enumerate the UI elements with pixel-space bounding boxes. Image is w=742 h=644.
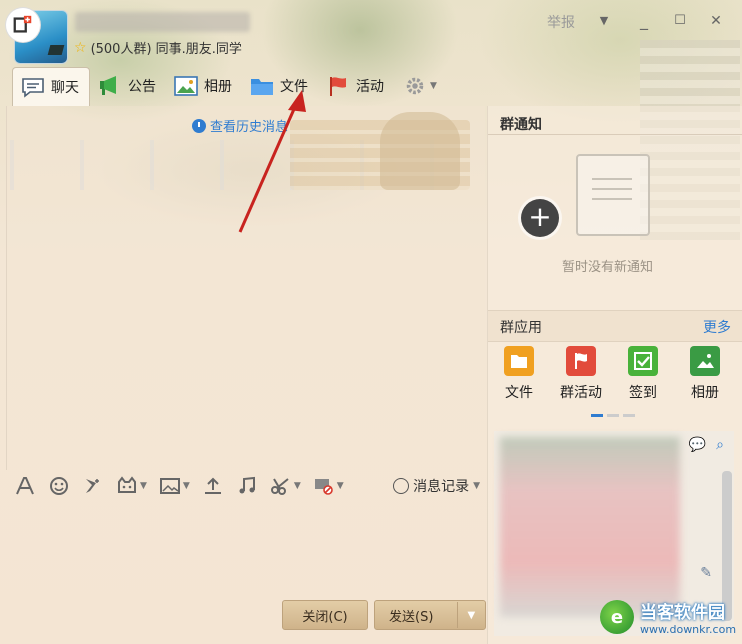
tab-chat[interactable]: 聊天: [12, 66, 90, 106]
clock-icon: [192, 118, 206, 133]
group-subtitle: ☆ (500人群) 同事.朋友.同学: [74, 38, 242, 58]
add-app-icon[interactable]: [6, 8, 40, 42]
tab-chat-label: 聊天: [51, 79, 79, 96]
font-icon: [16, 477, 34, 495]
chevron-down-icon[interactable]: ▼: [592, 10, 616, 32]
folder-icon: [504, 346, 534, 376]
discussion-icon[interactable]: 💬: [689, 437, 706, 453]
notice-title: 群通知: [500, 117, 542, 133]
emoji-button[interactable]: [48, 476, 70, 496]
chevron-down-icon: ▼: [182, 481, 190, 491]
maximize-button[interactable]: ☐: [668, 10, 692, 32]
app-files-label: 文件: [505, 385, 533, 401]
close-window-button[interactable]: ✕: [704, 10, 728, 32]
folder-icon: [251, 79, 273, 95]
app-group-activity-label: 群活动: [560, 385, 602, 401]
message-history-button[interactable]: 消息记录 ▼: [393, 476, 486, 496]
flag-icon: [330, 77, 346, 96]
tab-announcement[interactable]: 公告: [90, 67, 166, 105]
watermark-url: www.downkr.com: [640, 623, 737, 636]
tab-bar: 聊天 公告 相册 文件 活动 ▼: [12, 66, 437, 106]
input-toolbar: ▼ ▼ ▼ ▼ 消息记录 ▼: [14, 472, 486, 500]
watermark-logo: e: [600, 600, 634, 634]
group-apps-header: 群应用 更多: [488, 310, 742, 342]
music-note-icon: [239, 476, 255, 494]
chevron-down-icon: ▼: [430, 81, 437, 91]
chevron-down-icon: ▼: [473, 481, 480, 491]
app-check-in-label: 签到: [629, 385, 657, 401]
app-check-in[interactable]: 签到: [612, 346, 674, 406]
app-album[interactable]: 相册: [674, 346, 736, 406]
photo-icon: [174, 76, 198, 96]
tab-album-label: 相册: [204, 79, 232, 95]
message-history-label: 消息记录: [413, 479, 470, 495]
sparkle-icon: [86, 479, 99, 493]
qq-group-chat-window: ☆ (500人群) 同事.朋友.同学 举报 ▼ _ ☐ ✕ 聊天 公告 相册 文…: [0, 0, 742, 644]
notice-board-icon: [576, 154, 650, 236]
star-icon: ☆: [74, 39, 87, 56]
no-chat-icon: [314, 479, 333, 495]
font-button[interactable]: [14, 476, 36, 496]
group-apps-title: 群应用: [500, 320, 542, 336]
block-button[interactable]: ▼: [313, 476, 344, 496]
chevron-down-icon: ▼: [293, 481, 301, 491]
tab-activity-label: 活动: [356, 79, 384, 95]
chevron-down-icon: ▼: [336, 481, 344, 491]
search-icon[interactable]: ⌕: [716, 437, 724, 453]
tab-files-label: 文件: [280, 79, 308, 95]
group-apps-list: 文件 群活动 签到 相册: [488, 346, 742, 406]
chat-message-area[interactable]: [6, 106, 485, 470]
megaphone-icon: [100, 76, 116, 95]
report-button[interactable]: 举报: [547, 12, 575, 32]
image-icon: [159, 478, 180, 494]
music-button[interactable]: [236, 476, 258, 496]
settings-menu[interactable]: ▼: [394, 75, 437, 97]
page-indicator: [591, 414, 635, 417]
app-files[interactable]: 文件: [488, 346, 550, 406]
scissors-icon: [270, 478, 289, 495]
close-button[interactable]: 关闭(C): [282, 600, 368, 630]
tab-activity[interactable]: 活动: [318, 67, 394, 105]
send-button[interactable]: 发送(S) ▼: [374, 600, 486, 630]
add-notice-button[interactable]: +: [521, 199, 559, 237]
minimize-button[interactable]: _: [632, 10, 656, 32]
flag-icon: [566, 346, 596, 376]
image-button[interactable]: ▼: [159, 476, 190, 496]
watermark: e 当客软件园 www.downkr.com: [600, 598, 736, 636]
tab-album[interactable]: 相册: [166, 67, 242, 105]
upload-icon: [204, 477, 221, 494]
view-history-label: 查看历史消息: [210, 120, 289, 135]
member-list-blurred: [500, 437, 680, 617]
chat-bubble-icon: [22, 77, 44, 98]
magic-expression-button[interactable]: ▼: [116, 476, 147, 496]
message-input[interactable]: [6, 500, 484, 596]
more-apps-link[interactable]: 更多: [703, 317, 731, 337]
photo-icon: [690, 346, 720, 376]
app-group-activity[interactable]: 群活动: [550, 346, 612, 406]
smiley-icon: [50, 477, 68, 495]
send-button-label: 发送(S): [389, 609, 434, 625]
group-name: (500人群) 同事.朋友.同学: [90, 42, 242, 57]
edit-icon[interactable]: ✎: [700, 565, 712, 581]
shake-button[interactable]: [82, 476, 104, 496]
upload-button[interactable]: [202, 476, 224, 496]
chevron-down-icon: ▼: [140, 481, 147, 491]
checkbox-icon: [628, 346, 658, 376]
divider: [488, 134, 742, 135]
view-history-link[interactable]: 查看历史消息: [192, 116, 288, 135]
gear-icon: [406, 77, 424, 95]
app-album-label: 相册: [691, 385, 719, 401]
right-panel: 群通知 + 暂时没有新通知 群应用 更多 文件 群活动 签到 相册 💬 ⌕ ✎: [487, 106, 742, 644]
group-title-blurred: [75, 12, 250, 32]
watermark-name: 当客软件园: [640, 603, 725, 623]
no-notice-text: 暂时没有新通知: [562, 260, 654, 275]
clock-icon: [393, 478, 410, 494]
send-options-dropdown[interactable]: ▼: [456, 602, 485, 628]
tab-announcement-label: 公告: [128, 79, 156, 95]
cat-icon: [118, 476, 136, 493]
tab-files[interactable]: 文件: [242, 67, 318, 105]
screenshot-button[interactable]: ▼: [270, 476, 301, 496]
